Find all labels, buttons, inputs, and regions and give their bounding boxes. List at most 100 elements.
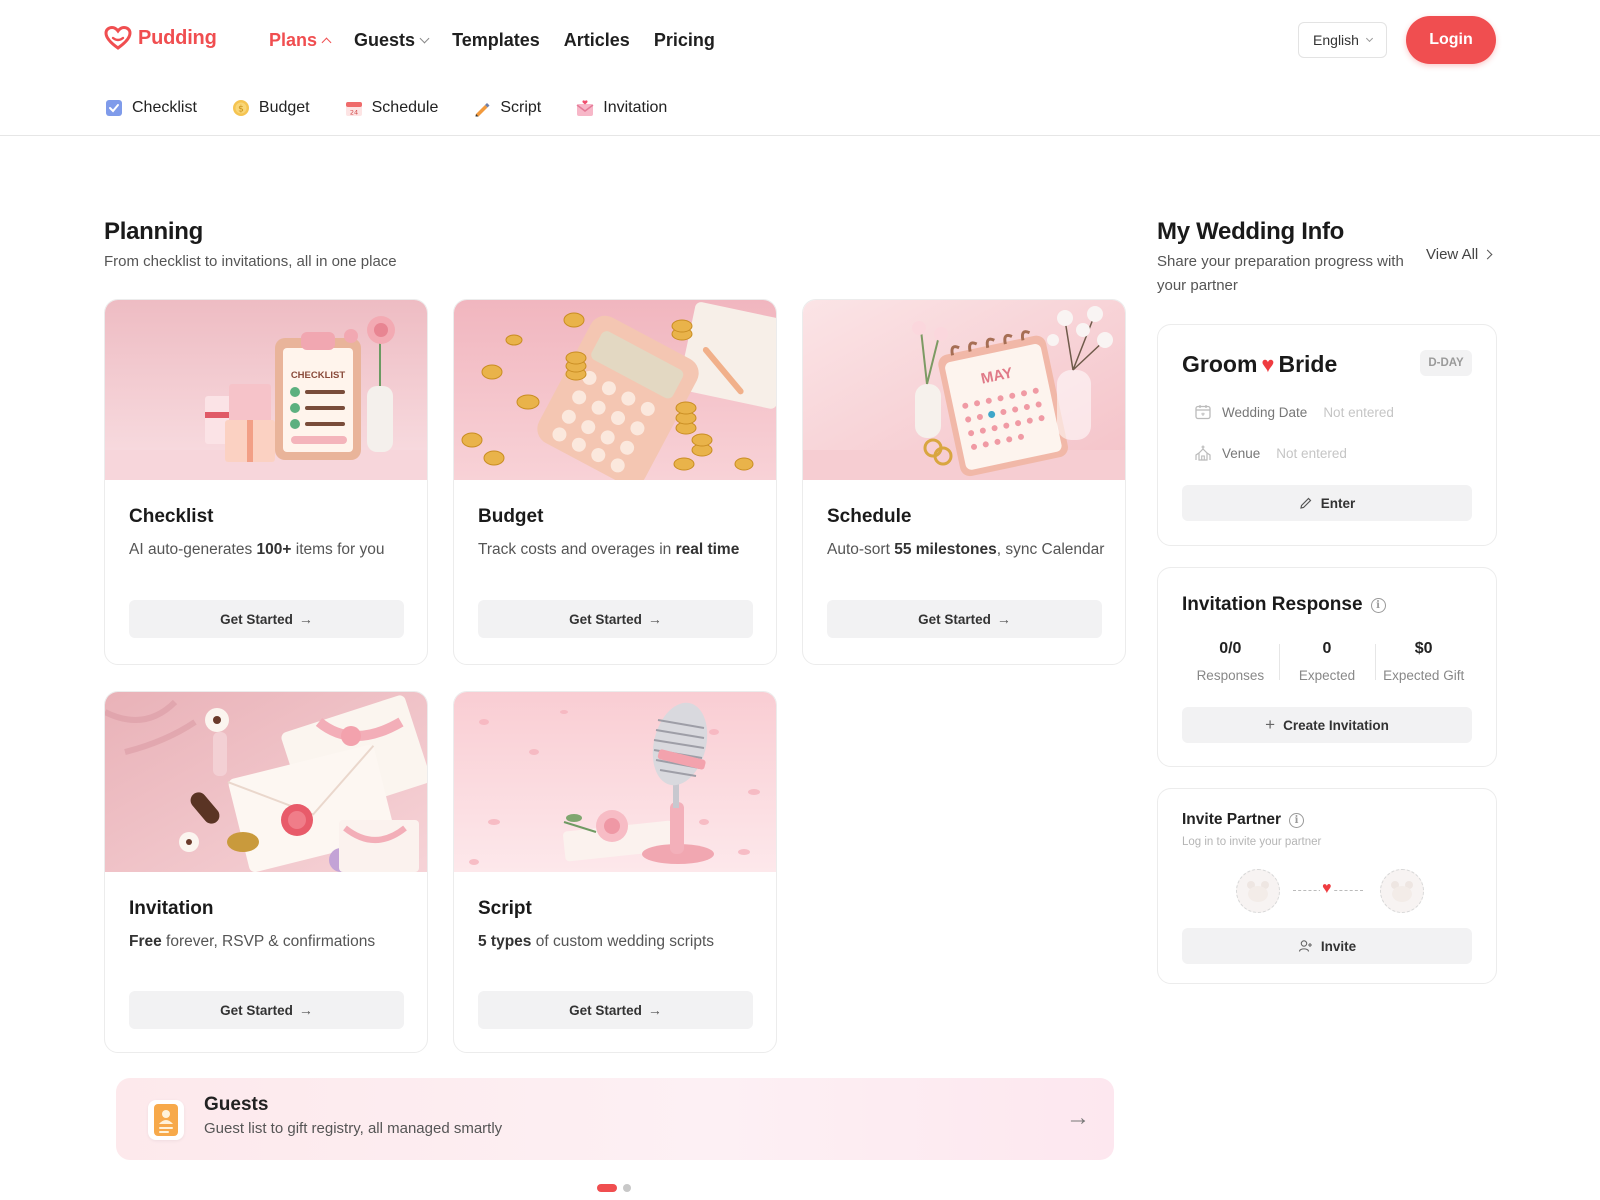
- add-user-icon: [1298, 940, 1312, 952]
- brand-logo[interactable]: Pudding: [104, 26, 217, 50]
- language-label: English: [1313, 32, 1359, 48]
- enter-button-label: Enter: [1320, 495, 1356, 511]
- planning-title: Planning: [104, 218, 203, 245]
- venue-icon: [1195, 445, 1211, 461]
- checklist-card[interactable]: CHECKLIST Checklist AI auto-generates 10…: [104, 299, 428, 665]
- script-card-title: Script: [478, 898, 532, 919]
- nav-guests[interactable]: Guests: [354, 28, 430, 52]
- avatar-partner: [1380, 869, 1424, 913]
- subnav-checklist[interactable]: Checklist: [104, 96, 197, 120]
- checklist-illustration: CHECKLIST: [105, 300, 427, 480]
- language-select[interactable]: English: [1298, 22, 1387, 58]
- desc-text: of custom wedding scripts: [531, 933, 715, 950]
- chevron-up-icon: [321, 37, 332, 47]
- script-get-started-button[interactable]: Get Started →: [478, 991, 753, 1029]
- budget-card-title: Budget: [478, 506, 544, 527]
- enter-button[interactable]: Enter: [1182, 485, 1472, 521]
- desc-text: items for you: [291, 541, 385, 558]
- desc-highlight: 100+: [256, 541, 292, 558]
- guests-banner-title: Guests: [204, 1094, 269, 1115]
- avatar-me: [1236, 869, 1280, 913]
- subnav-script-label: Script: [500, 99, 542, 116]
- invite-partner-panel: Invite Partner i Log in to invite your p…: [1157, 788, 1497, 984]
- invitation-get-started-button[interactable]: Get Started →: [129, 991, 404, 1029]
- invite-partner-title: Invite Partner i: [1182, 811, 1305, 829]
- carousel-dot[interactable]: [623, 1184, 631, 1192]
- nav-templates[interactable]: Templates: [452, 28, 540, 52]
- subnav-schedule[interactable]: 24 Schedule: [344, 96, 439, 120]
- desc-text: Auto-sort: [827, 541, 895, 558]
- subnav-script[interactable]: Script: [472, 96, 541, 120]
- arrow-right-icon: →: [996, 611, 1011, 627]
- create-invitation-label: Create Invitation: [1283, 717, 1389, 733]
- subnav-schedule-label: Schedule: [371, 99, 439, 116]
- desc-highlight: real time: [675, 541, 740, 558]
- checklist-get-started-button[interactable]: Get Started →: [129, 600, 404, 638]
- invite-partner-subtitle: Log in to invite your partner: [1182, 836, 1322, 848]
- carousel-dot-active[interactable]: [597, 1184, 617, 1192]
- couple-title: Groom ♥ Bride: [1182, 351, 1337, 378]
- main-nav: Plans Guests Templates Articles Pricing: [269, 28, 739, 52]
- checkbox-icon: [106, 100, 122, 116]
- desc-text: AI auto-generates: [129, 541, 257, 558]
- budget-card[interactable]: Budget Track costs and overages in real …: [453, 299, 777, 665]
- venue-label: Venue: [1222, 445, 1261, 461]
- info-icon[interactable]: i: [1289, 812, 1305, 828]
- stat-label: Expected Gift: [1383, 668, 1465, 683]
- view-all-label: View All: [1426, 246, 1479, 263]
- invite-button[interactable]: Invite: [1182, 928, 1472, 964]
- subnav-invitation[interactable]: Invitation: [575, 96, 667, 120]
- stat-expected-gift: $0 Expected Gift: [1375, 640, 1472, 683]
- schedule-get-started-button[interactable]: Get Started →: [827, 600, 1102, 638]
- venue-value: Not entered: [1276, 445, 1347, 461]
- nav-articles[interactable]: Articles: [564, 28, 630, 52]
- stat-responses: 0/0 Responses: [1182, 640, 1279, 683]
- svg-text:24: 24: [349, 109, 357, 117]
- schedule-illustration: MAY: [803, 300, 1125, 480]
- stat-label: Expected: [1298, 668, 1356, 683]
- create-invitation-button[interactable]: + Create Invitation: [1182, 707, 1472, 743]
- desc-text: forever, RSVP & confirmations: [161, 933, 376, 950]
- nav-pricing[interactable]: Pricing: [654, 28, 715, 52]
- planning-subtitle: From checklist to invitations, all in on…: [104, 253, 397, 270]
- venue-row: Venue Not entered: [1194, 444, 1347, 462]
- arrow-right-icon: →: [298, 611, 313, 627]
- invitation-card[interactable]: Invitation Free forever, RSVP & confirma…: [104, 691, 428, 1053]
- checklist-card-desc: AI auto-generates 100+ items for you: [129, 538, 409, 562]
- nav-templates-label: Templates: [452, 29, 540, 50]
- schedule-card[interactable]: MAY Schedule Auto-sort 55 milestones, sy…: [802, 299, 1126, 665]
- arrow-right-icon: →: [647, 1002, 662, 1018]
- subnav-invitation-label: Invitation: [603, 99, 668, 116]
- button-label: Get Started: [569, 611, 642, 627]
- script-card[interactable]: Script 5 types of custom wedding scripts…: [453, 691, 777, 1053]
- guests-banner-subtitle: Guest list to gift registry, all managed…: [204, 1120, 503, 1137]
- invitation-response-label: Invitation Response: [1182, 594, 1363, 615]
- view-all-link[interactable]: View All: [1426, 246, 1493, 263]
- info-icon[interactable]: i: [1370, 597, 1386, 613]
- desc-highlight: 5 types: [478, 933, 532, 950]
- nav-plans[interactable]: Plans: [269, 28, 332, 52]
- guests-banner[interactable]: Guests Guest list to gift registry, all …: [116, 1078, 1114, 1160]
- calendar-icon: 24: [345, 102, 362, 117]
- checklist-card-title: Checklist: [129, 506, 214, 527]
- guest-list-icon: [148, 1100, 184, 1140]
- schedule-card-desc: Auto-sort 55 milestones, sync Calendar: [827, 538, 1107, 562]
- arrow-right-icon[interactable]: →: [1066, 1104, 1090, 1132]
- pencil-icon: [1299, 497, 1312, 509]
- schedule-card-title: Schedule: [827, 506, 912, 527]
- budget-get-started-button[interactable]: Get Started →: [478, 600, 753, 638]
- subnav-budget[interactable]: $ Budget: [231, 96, 310, 120]
- wedding-info-title: My Wedding Info: [1157, 218, 1345, 245]
- arrow-right-icon: →: [298, 1002, 313, 1018]
- invitation-card-title: Invitation: [129, 898, 214, 919]
- login-button[interactable]: Login: [1406, 16, 1496, 64]
- script-card-desc: 5 types of custom wedding scripts: [478, 930, 758, 954]
- calendar-icon: [1195, 405, 1211, 420]
- coin-icon: $: [232, 100, 249, 116]
- wedding-info-panel: Groom ♥ Bride D-DAY Wedding Date Not ent…: [1157, 324, 1497, 546]
- wedding-date-row: Wedding Date Not entered: [1194, 403, 1394, 421]
- groom-label: Groom: [1182, 351, 1258, 377]
- brand-name: Pudding: [138, 26, 217, 49]
- desc-text: , sync Calendar: [996, 541, 1105, 558]
- invite-button-label: Invite: [1320, 938, 1357, 954]
